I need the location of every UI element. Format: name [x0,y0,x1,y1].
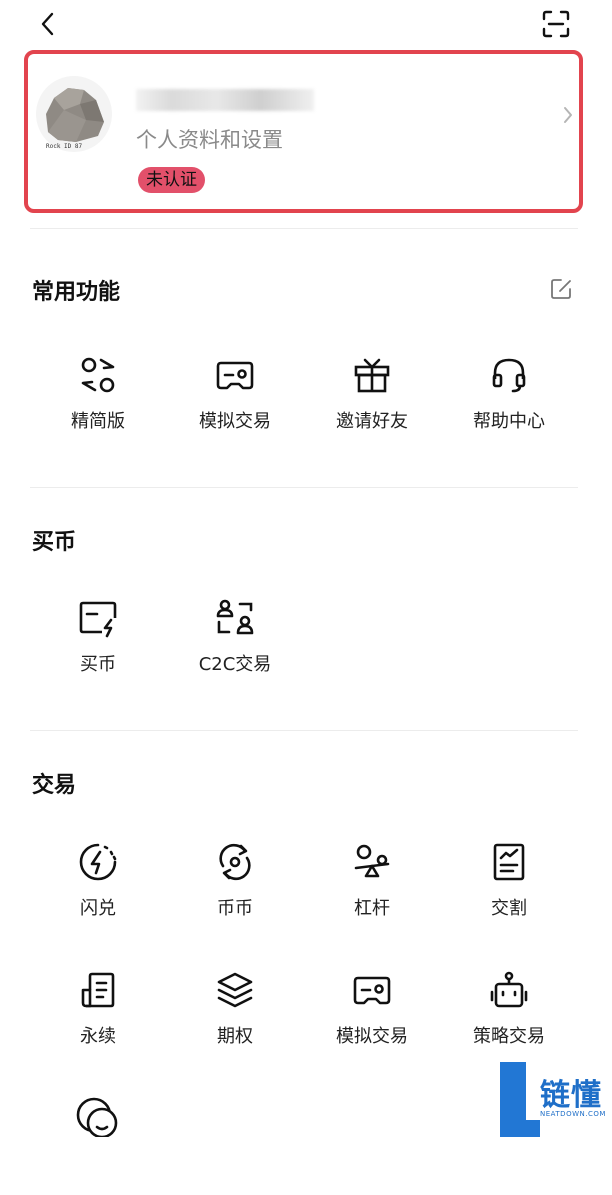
verification-status-badge[interactable]: 未认证 [138,167,205,193]
feature-label: 交割 [491,898,527,919]
section-title-common: 常用功能 [32,280,121,305]
feature-label: 闪兑 [80,898,116,919]
robot-icon [490,971,528,1008]
feature-options[interactable]: 期权 [180,970,290,1070]
feature-label: 杠杆 [354,898,390,919]
watermark-subtext: NEATDOWN.COM [540,1110,606,1118]
refresh-coin-icon [219,843,251,881]
divider [30,487,578,488]
profile-settings-label: 个人资料和设置 [136,128,283,152]
feature-invite-friends[interactable]: 邀请好友 [317,355,427,455]
feature-help-center[interactable]: 帮助中心 [454,355,564,455]
feature-label: C2C交易 [198,654,272,675]
flash-swap-icon [79,843,117,881]
chevron-right-icon [564,107,572,123]
perpetual-icon [81,972,115,1008]
gamepad-icon [353,976,391,1005]
feature-demo-trading-2[interactable]: 模拟交易 [317,970,427,1070]
watermark-logo-base [500,1120,540,1137]
edit-icon [551,279,571,299]
feature-label: 模拟交易 [199,411,271,432]
layers-icon [217,972,253,1008]
section-title-buy: 买币 [32,530,77,555]
chevron-left-icon [41,12,54,36]
avatar-caption: Rock ID 87 [46,143,83,150]
feature-label: 策略交易 [473,1026,545,1047]
leverage-icon [354,844,390,878]
feature-perpetual[interactable]: 永续 [43,970,153,1070]
scan-button[interactable] [540,8,572,40]
feature-margin[interactable]: 杠杆 [317,842,427,942]
back-button[interactable] [34,8,64,40]
feature-label: 买币 [80,654,116,675]
section-title-trade: 交易 [32,773,77,798]
feature-label: 邀请好友 [336,411,408,432]
document-chart-icon [493,843,525,881]
headset-icon [492,358,526,393]
feature-spot[interactable]: 币币 [180,842,290,942]
scan-icon [542,10,570,38]
feature-label: 模拟交易 [336,1026,408,1047]
feature-flash-swap[interactable]: 闪兑 [43,842,153,942]
feature-coins[interactable] [43,1095,153,1195]
lite-version-icon [81,357,115,393]
feature-label: 期权 [217,1026,253,1047]
feature-delivery[interactable]: 交割 [454,842,564,942]
feature-label: 永续 [80,1026,116,1047]
card-lightning-icon [79,601,117,638]
feature-lite-version[interactable]: 精简版 [43,355,153,455]
divider [30,730,578,731]
divider [30,228,578,229]
feature-c2c-trading[interactable]: C2C交易 [180,598,290,698]
coins-icon [76,1097,118,1137]
gift-icon [354,358,390,393]
watermark-text: 链懂 [540,1078,602,1113]
feature-label: 币币 [217,898,253,919]
feature-buy-crypto[interactable]: 买币 [43,598,153,698]
feature-strategy-trading[interactable]: 策略交易 [454,970,564,1070]
top-bar [0,0,612,48]
username-blurred [136,89,314,111]
profile-card[interactable]: Rock ID 87 个人资料和设置 未认证 [24,50,583,213]
gamepad-icon [216,361,254,390]
users-exchange-icon [216,599,254,635]
feature-label: 精简版 [71,411,125,432]
edit-button[interactable] [548,276,574,302]
feature-label: 帮助中心 [473,411,545,432]
feature-demo-trading[interactable]: 模拟交易 [180,355,290,455]
